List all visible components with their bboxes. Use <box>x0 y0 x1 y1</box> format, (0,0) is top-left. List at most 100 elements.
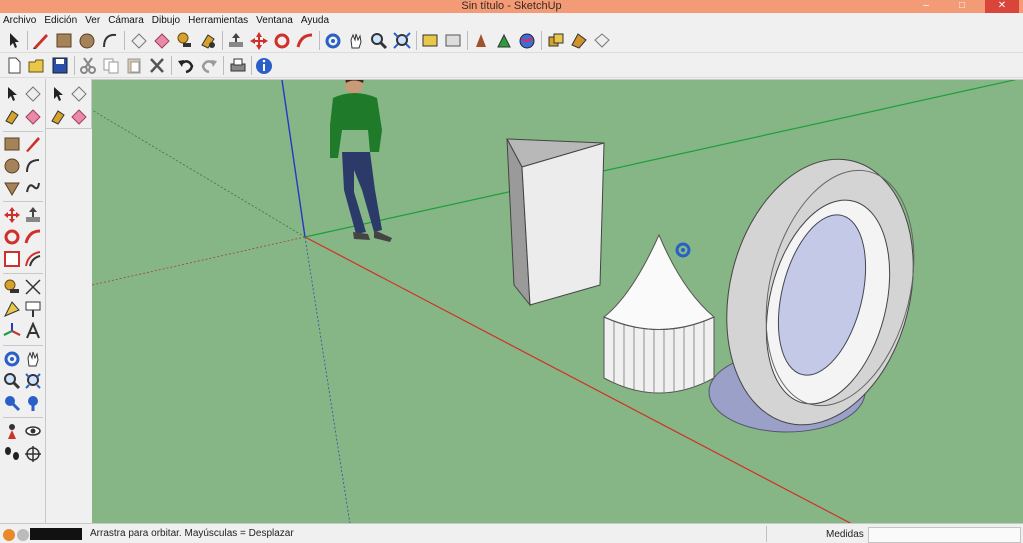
credits-icon[interactable] <box>17 529 29 541</box>
rectangle-icon[interactable] <box>54 31 74 50</box>
line-icon[interactable] <box>24 135 42 153</box>
drawing-viewport[interactable] <box>92 79 1023 523</box>
undo-icon[interactable] <box>176 56 196 75</box>
arc-icon[interactable] <box>24 157 42 175</box>
make-component-icon[interactable] <box>24 85 42 103</box>
position-camera-icon[interactable] <box>471 31 491 50</box>
walk-icon[interactable] <box>443 31 463 50</box>
paste-icon[interactable] <box>124 56 144 75</box>
globe-icon[interactable] <box>517 31 537 50</box>
paint-bucket-icon[interactable] <box>152 31 172 50</box>
blue-axis <box>281 80 306 238</box>
triangular-prism <box>506 138 605 307</box>
geolocation-icon[interactable] <box>3 529 15 541</box>
green-axis-negative <box>92 109 306 238</box>
minimize-button[interactable]: – <box>913 0 939 13</box>
look-around-icon[interactable] <box>494 31 514 50</box>
follow-me-icon[interactable] <box>295 31 315 50</box>
scene-canvas[interactable] <box>92 80 1023 523</box>
select-icon[interactable] <box>49 85 67 103</box>
pan-icon[interactable] <box>24 350 42 368</box>
arc-icon[interactable] <box>100 31 120 50</box>
move-icon[interactable] <box>3 206 21 224</box>
rotate-icon[interactable] <box>3 228 21 246</box>
menu-ventana[interactable]: Ventana <box>256 13 293 28</box>
circle-icon[interactable] <box>77 31 97 50</box>
eraser-icon[interactable] <box>129 31 149 50</box>
menu-herramientas[interactable]: Herramientas <box>188 13 248 28</box>
close-button[interactable]: ✕ <box>985 0 1019 13</box>
window-title: Sin título - SketchUp <box>461 0 562 12</box>
orbit-icon[interactable] <box>3 350 21 368</box>
select-icon[interactable] <box>4 31 24 50</box>
freehand-icon[interactable] <box>24 179 42 197</box>
cut-icon[interactable] <box>78 56 98 75</box>
make-component-icon[interactable] <box>70 85 88 103</box>
zoom-extents-icon[interactable] <box>3 394 21 412</box>
left-tool-palette <box>0 79 46 523</box>
zoom-extents-icon[interactable] <box>392 31 412 50</box>
position-camera-icon[interactable] <box>3 422 21 440</box>
status-bar: Arrastra para orbitar. Mayúsculas = Desp… <box>0 523 1023 543</box>
redacted-area <box>30 528 82 540</box>
text-icon[interactable] <box>24 300 42 318</box>
previous-icon[interactable] <box>24 394 42 412</box>
section-icon[interactable] <box>420 31 440 50</box>
zoom-window-icon[interactable] <box>24 372 42 390</box>
eraser-icon[interactable] <box>70 108 88 126</box>
offset-icon[interactable] <box>24 250 42 268</box>
menu-dibujo[interactable]: Dibujo <box>152 13 180 28</box>
save-icon[interactable] <box>50 56 70 75</box>
maximize-button[interactable]: □ <box>949 0 975 13</box>
move-icon[interactable] <box>249 31 269 50</box>
styles-icon[interactable] <box>592 31 612 50</box>
zoom-icon[interactable] <box>369 31 389 50</box>
tape-measure-icon[interactable] <box>175 31 195 50</box>
orbit-icon[interactable] <box>323 31 343 50</box>
standard-toolbar <box>0 53 1023 78</box>
zoom-icon[interactable] <box>3 372 21 390</box>
section-plane-icon[interactable] <box>24 445 42 463</box>
protractor-icon[interactable] <box>3 300 21 318</box>
blue-axis-negative <box>304 236 351 523</box>
status-hint: Arrastra para orbitar. Mayúsculas = Desp… <box>90 528 294 539</box>
components-icon[interactable] <box>546 31 566 50</box>
paint-bucket-icon[interactable] <box>3 108 21 126</box>
new-icon[interactable] <box>4 56 24 75</box>
walk-icon[interactable] <box>3 445 21 463</box>
materials-icon[interactable] <box>569 31 589 50</box>
scale-icon[interactable] <box>3 250 21 268</box>
menu-edicion[interactable]: Edición <box>44 13 77 28</box>
look-around-icon[interactable] <box>24 422 42 440</box>
measurements-field[interactable] <box>868 527 1021 543</box>
eraser-icon[interactable] <box>24 108 42 126</box>
select-icon[interactable] <box>3 85 21 103</box>
pencil-icon[interactable] <box>31 31 51 50</box>
menu-ayuda[interactable]: Ayuda <box>301 13 329 28</box>
push-pull-icon[interactable] <box>24 206 42 224</box>
paint-icon[interactable] <box>198 31 218 50</box>
open-icon[interactable] <box>27 56 47 75</box>
secondary-tool-palette <box>46 79 92 129</box>
axes-icon[interactable] <box>3 322 21 340</box>
tape-measure-icon[interactable] <box>3 278 21 296</box>
delete-icon[interactable] <box>147 56 167 75</box>
print-icon[interactable] <box>228 56 248 75</box>
push-pull-icon[interactable] <box>226 31 246 50</box>
menu-camara[interactable]: Cámara <box>108 13 144 28</box>
green-axis <box>304 80 1017 238</box>
3d-text-icon[interactable] <box>24 322 42 340</box>
rectangle-icon[interactable] <box>3 135 21 153</box>
circle-icon[interactable] <box>3 157 21 175</box>
rotate-icon[interactable] <box>272 31 292 50</box>
follow-me-icon[interactable] <box>24 228 42 246</box>
info-icon[interactable] <box>254 56 274 75</box>
redo-icon[interactable] <box>199 56 219 75</box>
dimension-icon[interactable] <box>24 278 42 296</box>
menu-ver[interactable]: Ver <box>85 13 100 28</box>
menu-archivo[interactable]: Archivo <box>3 13 36 28</box>
polygon-icon[interactable] <box>3 179 21 197</box>
paint-bucket-icon[interactable] <box>49 108 67 126</box>
copy-icon[interactable] <box>101 56 121 75</box>
pan-icon[interactable] <box>346 31 366 50</box>
